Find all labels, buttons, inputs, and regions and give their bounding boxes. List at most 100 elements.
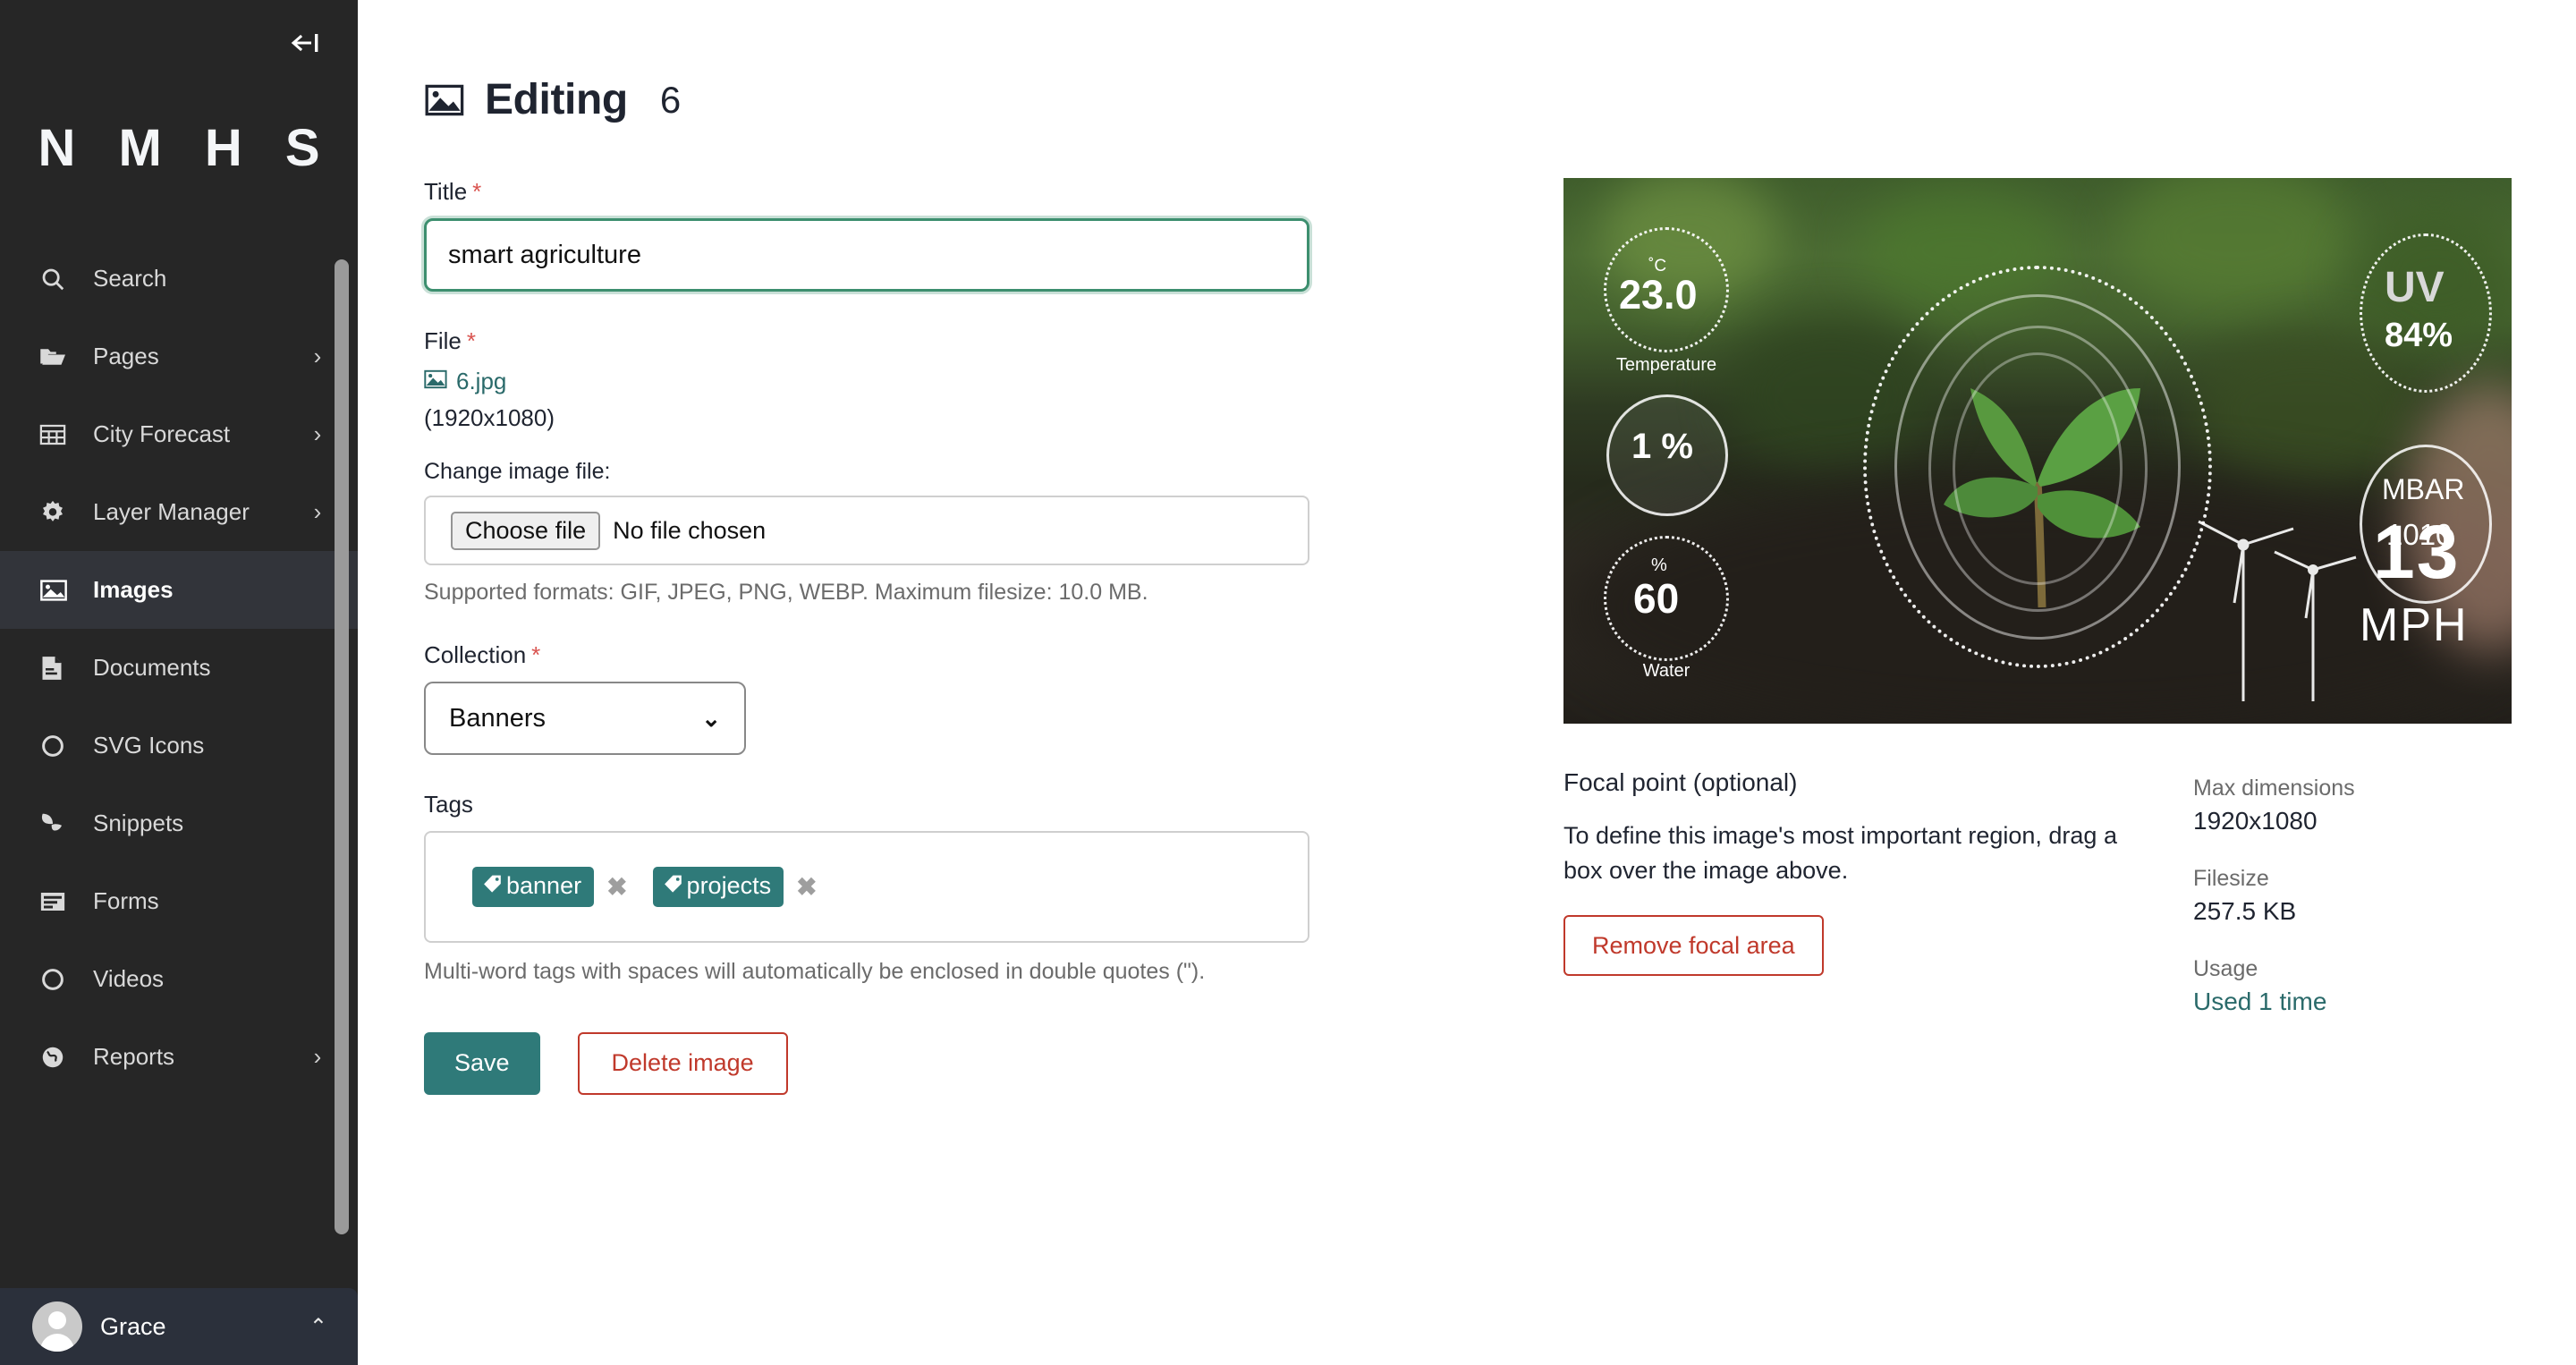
sidebar-item-label: Search [93,265,167,292]
focal-point-title-text: Focal point [1563,768,1686,796]
sidebar-item-images[interactable]: Images [0,551,358,629]
gear-icon [39,497,79,528]
meta-value: 1920x1080 [2193,807,2318,835]
collection-field-group: Collection * Banners ⌄ [424,641,1497,755]
no-file-chosen-text: No file chosen [613,516,767,544]
collection-selected-value: Banners [449,703,547,733]
file-field-group: File * 6.jpg (1920x1080) [424,327,1497,432]
meta-value: 257.5 KB [2193,897,2297,925]
sidebar-item-label: Snippets [93,810,184,836]
tag-remove-button[interactable]: ✖ [796,872,817,902]
collapse-sidebar-icon[interactable] [288,25,324,61]
sidebar-item-label: City Forecast [93,420,231,447]
sidebar-item-label: Images [93,576,174,603]
chevron-up-icon: ⌃ [309,1314,327,1339]
title-field-group: Title * [421,178,1497,294]
focal-point-description: To define this image's most important re… [1563,822,2117,885]
sidebar-user-menu[interactable]: Grace ⌃ [0,1288,358,1365]
image-preview[interactable]: ˚C 23.0 Temperature 1 % % 60 Water UV 84… [1563,178,2512,724]
wind-speed-unit: MPH [2360,599,2469,651]
sidebar-item-pages[interactable]: Pages › [0,318,358,395]
gauge-temperature-caption: Temperature [1615,355,1717,375]
chevron-right-icon: › [313,343,322,369]
search-icon [39,264,79,294]
page-title-number: 6 [659,78,682,121]
tag-chip[interactable]: projects [652,867,784,907]
image-metadata: Max dimensions 1920x1080 Filesize 257.5 … [2193,768,2355,1047]
file-dimensions: (1920x1080) [424,404,555,431]
sidebar-item-label: Documents [93,654,211,681]
tag-label: banner [506,872,582,899]
change-file-group: Change image file: Choose file No file c… [424,459,1497,606]
remove-focal-area-button[interactable]: Remove focal area [1563,915,1824,977]
meta-label: Filesize [2193,866,2269,891]
gauge-pressure-unit: MBAR [2382,473,2465,505]
choose-file-button[interactable]: Choose file [451,511,601,550]
collection-label-text: Collection [424,641,527,668]
chevron-down-icon: ⌄ [701,704,721,732]
document-icon [39,653,79,683]
table-icon [39,420,79,450]
chevron-right-icon: › [313,1043,322,1070]
sidebar-item-snippets[interactable]: Snippets [0,784,358,862]
sidebar-item-city-forecast[interactable]: City Forecast › [0,395,358,473]
tag-remove-button[interactable]: ✖ [606,872,627,902]
focal-info-row: Focal point (optional) To define this im… [1563,768,2576,1047]
image-edit-form: Title* File* [421,178,1497,1095]
focal-point-title: Focal point (optional) [1563,768,2136,797]
sidebar-item-label: Forms [93,887,159,914]
sidebar-item-label: SVG Icons [93,732,205,759]
title-label: Title * [424,178,1497,206]
globe-icon [39,1042,79,1072]
meta-max-dimensions: Max dimensions 1920x1080 [2193,776,2355,835]
gauge-water-unit: % [1651,555,1667,575]
gauge-water-caption: Water [1642,661,1690,681]
sidebar-item-documents[interactable]: Documents [0,629,358,707]
title-label-text: Title [424,178,468,205]
collection-select[interactable]: Banners ⌄ [424,682,746,755]
title-input-wrap [421,216,1315,294]
preview-panel: ˚C 23.0 Temperature 1 % % 60 Water UV 84… [1563,178,2576,1095]
gauge-uv-ring [2360,233,2492,393]
sidebar-scrollbar[interactable] [335,259,349,1234]
tag-label: projects [686,872,772,899]
gauge-uv-unit: UV [2385,264,2445,311]
user-name: Grace [100,1312,166,1340]
leaf-icon [39,809,79,839]
scan-ring-core [1953,352,2123,585]
tags-input[interactable]: banner ✖ projects ✖ [424,831,1309,943]
delete-image-button[interactable]: Delete image [577,1031,788,1095]
sidebar-item-search[interactable]: Search [0,240,358,318]
required-marker: * [466,327,477,354]
sidebar-item-videos[interactable]: Videos [0,940,358,1018]
meta-label: Max dimensions [2193,776,2355,801]
image-icon [39,575,79,606]
sidebar-item-layer-manager[interactable]: Layer Manager › [0,473,358,551]
meta-usage-link[interactable]: Used 1 time [2193,988,2355,1016]
focal-point-section: Focal point (optional) To define this im… [1563,768,2136,1047]
image-icon [424,80,465,121]
tag-chip[interactable]: banner [472,867,595,907]
focal-point-optional-text: (optional) [1685,768,1798,796]
form-icon [39,886,79,917]
gauge-soil-value: 1 % [1631,427,1693,466]
sidebar-item-forms[interactable]: Forms [0,862,358,940]
sidebar-item-label: Pages [93,343,159,369]
meta-filesize: Filesize 257.5 KB [2193,866,2355,926]
content-area: Title* File* [358,178,2576,1095]
file-label: File * [424,327,1497,355]
tags-label: Tags [424,791,473,818]
change-file-label: Change image file: [424,459,611,484]
title-input[interactable] [421,216,1312,294]
save-button[interactable]: Save [424,1031,540,1095]
circle-icon [39,731,79,761]
file-name-link[interactable]: 6.jpg [456,368,506,395]
meta-usage: Usage Used 1 time [2193,956,2355,1016]
sidebar-item-svg-icons[interactable]: SVG Icons [0,707,358,784]
file-upload-control[interactable]: Choose file No file chosen [424,496,1309,565]
app-root: N M H S Search Pages › City Forecast › L… [0,0,2576,1365]
required-marker: * [531,641,541,668]
gauge-water-value: 60 [1633,575,1680,622]
sidebar-item-label: Layer Manager [93,498,250,525]
sidebar-item-reports[interactable]: Reports › [0,1018,358,1096]
